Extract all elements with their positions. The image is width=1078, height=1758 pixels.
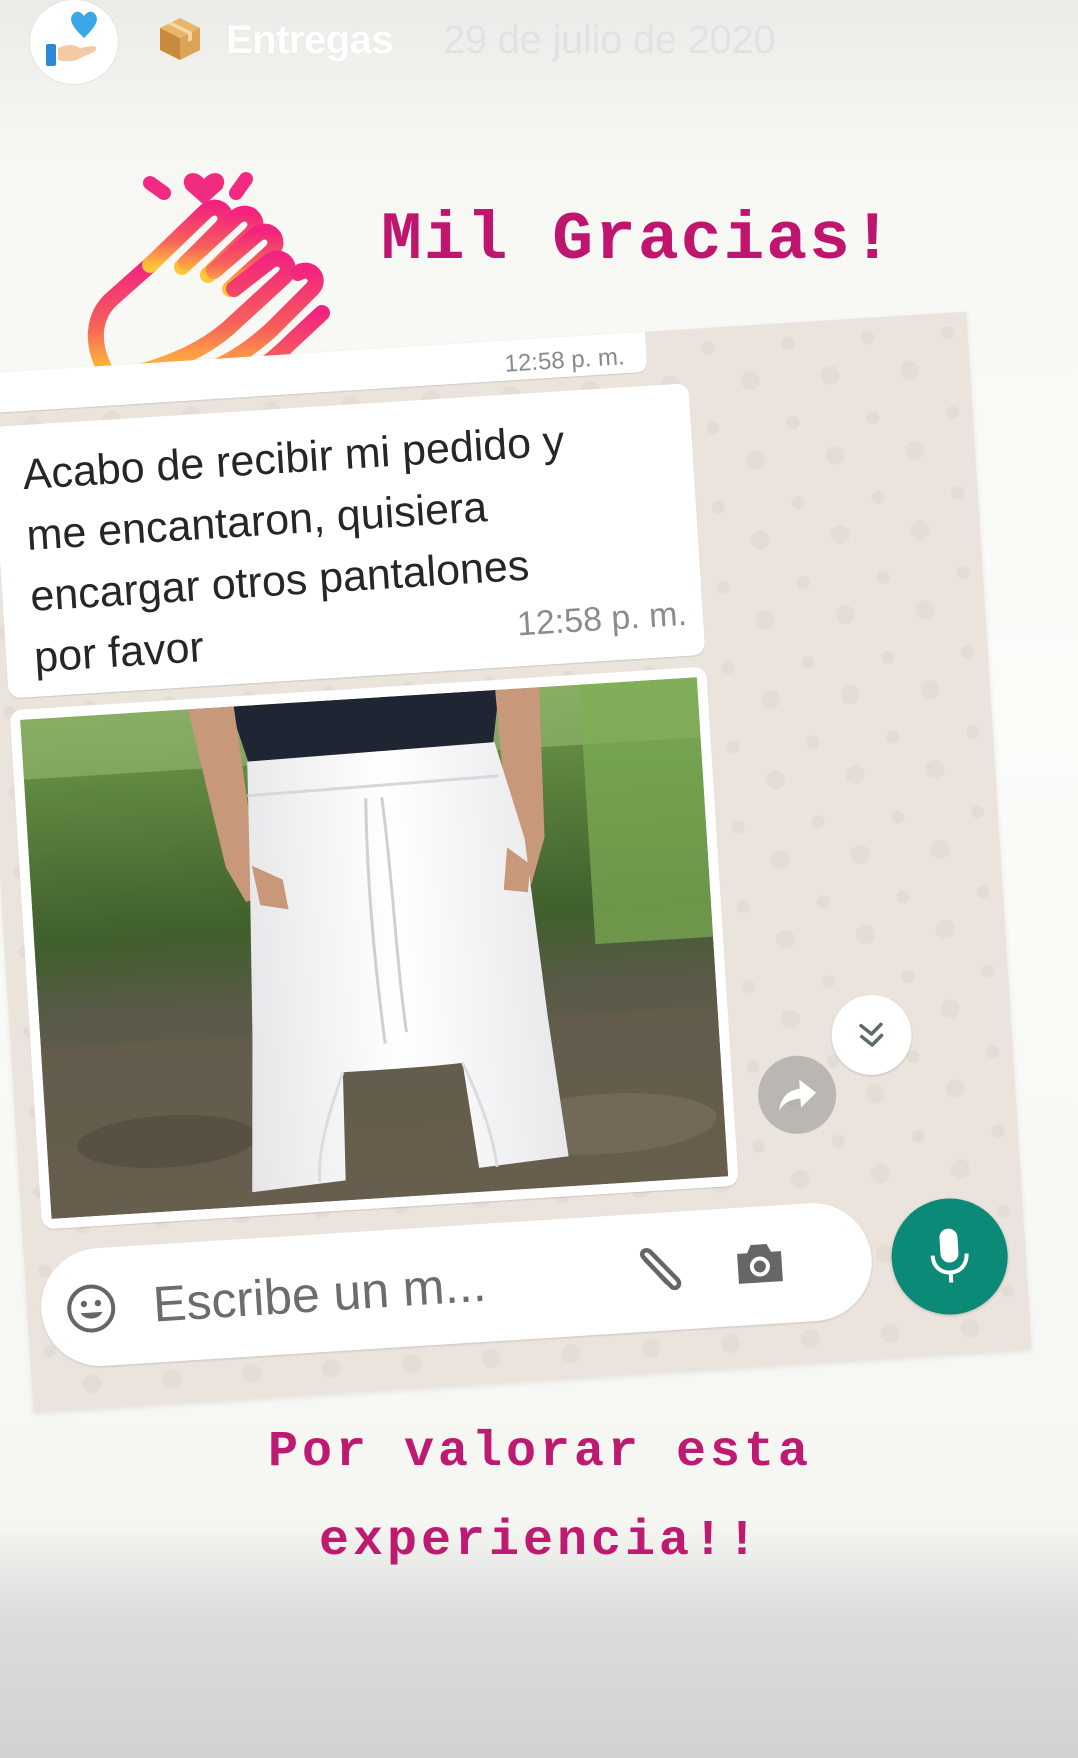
double-chevron-down-icon (859, 1022, 884, 1047)
emoji-icon[interactable] (64, 1281, 119, 1336)
image-message-bubble[interactable] (9, 666, 739, 1230)
package-icon (160, 18, 200, 60)
whatsapp-screenshot: 12:58 p. m. Acabo de recibir mi pedido y… (0, 311, 1032, 1413)
thank-you-title: Mil Gracias! (381, 202, 895, 279)
caption-line: Por valorar esta (267, 1424, 813, 1481)
message-text: Acabo de recibir mi pedido y me encantar… (21, 405, 675, 689)
message-input[interactable] (149, 1246, 597, 1335)
thank-you-caption: Por valorar esta experiencia!! (180, 1408, 900, 1586)
message-timestamp: 12:58 p. m. (503, 343, 626, 378)
microphone-icon (930, 1228, 969, 1283)
paperclip-icon[interactable] (630, 1241, 690, 1302)
incoming-message-bubble[interactable]: Acabo de recibir mi pedido y me encantar… (0, 383, 706, 699)
white-harem-pants-photo[interactable] (20, 677, 729, 1219)
story-header: Entregas 29 de julio de 2020 (30, 0, 1050, 84)
forward-icon (779, 1079, 817, 1111)
highlight-title[interactable]: Entregas (226, 18, 394, 63)
avatar[interactable] (30, 0, 118, 84)
hand-heart-icon (46, 11, 97, 66)
caption-line: experiencia!! (318, 1513, 762, 1570)
story-date: 29 de julio de 2020 (443, 18, 776, 62)
camera-icon[interactable] (732, 1239, 787, 1288)
